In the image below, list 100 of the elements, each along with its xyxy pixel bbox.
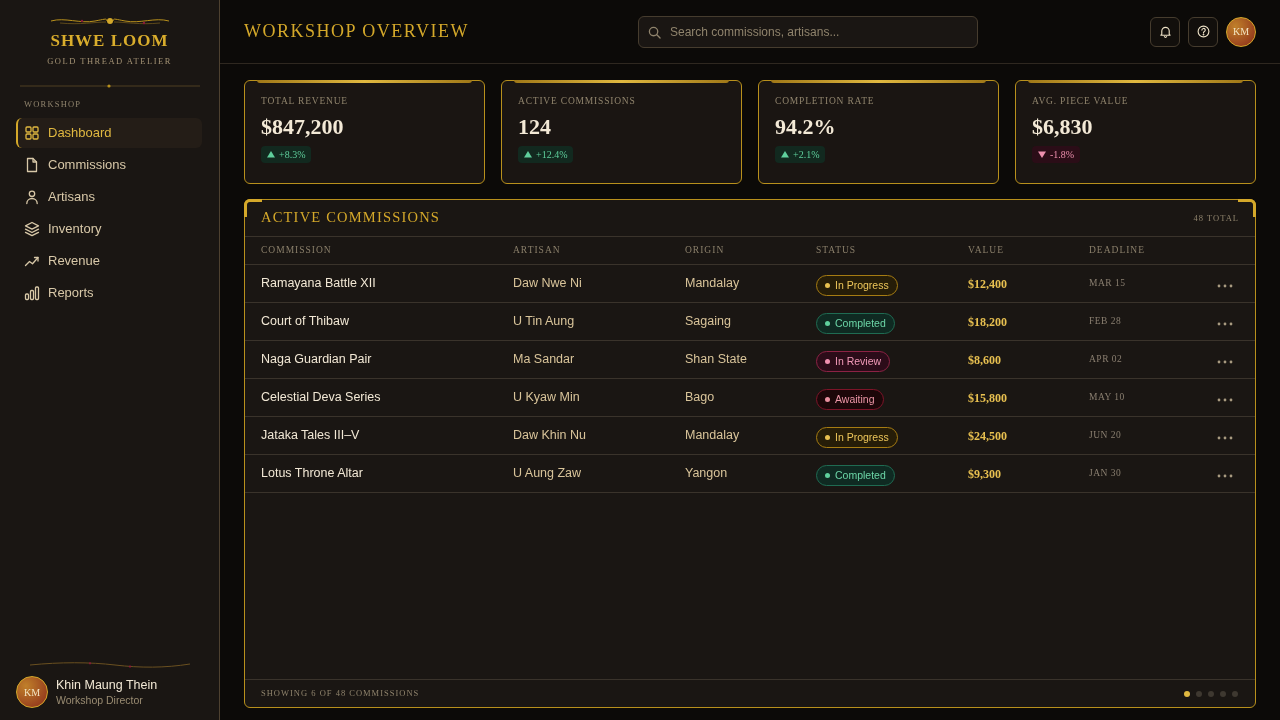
status-dot-icon xyxy=(825,435,830,440)
panel-title: ACTIVE COMMISSIONS xyxy=(261,208,441,228)
deadline-text: MAR 15 xyxy=(1089,277,1126,291)
stat-label: ACTIVE COMMISSIONS xyxy=(518,95,636,108)
status-dot-icon xyxy=(825,321,830,326)
notifications-button[interactable] xyxy=(1150,16,1180,47)
help-button[interactable] xyxy=(1188,16,1218,47)
stat-value: 94.2% xyxy=(775,114,836,140)
bell-icon xyxy=(1158,25,1172,38)
column-header: VALUE xyxy=(968,244,1004,258)
status-dot-icon xyxy=(825,359,830,364)
bar-chart-icon xyxy=(24,285,40,301)
artisan-name: Ma Sandar xyxy=(513,351,575,369)
brand-tagline: GOLD THREAD ATELIER xyxy=(47,55,172,67)
commission-name: Naga Guardian Pair xyxy=(261,351,372,369)
user-role: Workshop Director xyxy=(56,693,143,707)
column-header: ARTISAN xyxy=(513,244,561,258)
column-header: ORIGIN xyxy=(685,244,725,258)
status-text: In Progress xyxy=(835,429,889,445)
origin-text: Mandalay xyxy=(685,275,740,293)
user-name: Khin Maung Thein xyxy=(56,677,158,693)
origin-text: Yangon xyxy=(685,465,728,483)
total-count: 48 TOTAL xyxy=(1193,211,1239,225)
stat-value: 124 xyxy=(518,114,551,140)
value-text: $9,300 xyxy=(968,465,1001,483)
section-label: WORKSHOP xyxy=(24,98,82,110)
more-icon[interactable] xyxy=(1217,359,1233,364)
filigree-icon xyxy=(49,16,170,26)
more-icon[interactable] xyxy=(1217,473,1233,478)
status-text: Completed xyxy=(835,467,886,483)
triangle-up-icon xyxy=(781,151,789,158)
wavy-line-icon xyxy=(30,662,190,670)
user-avatar[interactable]: KM xyxy=(1226,16,1256,47)
person-icon xyxy=(24,189,40,205)
nav-item[interactable]: Commissions xyxy=(16,150,202,180)
nav-item[interactable]: Artisans xyxy=(16,182,202,212)
status-dot-icon xyxy=(825,473,830,478)
commission-name: Ramayana Battle XII xyxy=(261,275,376,293)
commission-name: Celestial Deva Series xyxy=(261,389,381,407)
change-text: +12.4% xyxy=(536,148,568,162)
corner-ornament-icon xyxy=(244,199,262,217)
deadline-text: JUN 20 xyxy=(1089,429,1122,443)
user-avatar[interactable]: KM xyxy=(16,676,48,708)
artisan-name: Daw Khin Nu xyxy=(513,427,586,445)
origin-text: Sagaing xyxy=(685,313,731,331)
document-icon xyxy=(24,157,40,173)
origin-text: Bago xyxy=(685,389,715,407)
origin-text: Mandalay xyxy=(685,427,740,445)
results-summary: SHOWING 6 OF 48 COMMISSIONS xyxy=(261,687,420,700)
nav-item[interactable]: Reports xyxy=(16,278,202,308)
value-text: $15,800 xyxy=(968,389,1007,407)
more-icon[interactable] xyxy=(1217,397,1233,402)
layers-icon xyxy=(24,221,40,237)
origin-text: Shan State xyxy=(685,351,747,369)
column-header: STATUS xyxy=(816,244,857,258)
nav-item[interactable]: Revenue xyxy=(16,246,202,276)
value-text: $24,500 xyxy=(968,427,1007,445)
brand-name: SHWE LOOM xyxy=(50,30,169,52)
deadline-text: FEB 28 xyxy=(1089,315,1122,329)
corner-ornament-icon xyxy=(1238,199,1256,217)
commission-name: Court of Thibaw xyxy=(261,313,349,331)
artisan-name: U Tin Aung xyxy=(513,313,575,331)
change-text: +8.3% xyxy=(279,148,306,162)
deadline-text: MAY 10 xyxy=(1089,391,1125,405)
help-icon xyxy=(1196,25,1210,38)
stat-label: TOTAL REVENUE xyxy=(261,95,348,108)
nav-item[interactable]: Dashboard xyxy=(16,118,202,148)
column-header: DEADLINE xyxy=(1089,244,1145,258)
page-title: WORKSHOP OVERVIEW xyxy=(244,21,469,41)
status-dot-icon xyxy=(825,397,830,402)
triangle-down-icon xyxy=(1038,151,1046,158)
status-text: Completed xyxy=(835,315,886,331)
stat-value: $847,200 xyxy=(261,114,344,140)
value-text: $18,200 xyxy=(968,313,1007,331)
artisan-name: U Aung Zaw xyxy=(513,465,582,483)
search-icon xyxy=(648,25,661,39)
stat-label: COMPLETION RATE xyxy=(775,95,875,108)
stat-label: AVG. PIECE VALUE xyxy=(1032,95,1129,108)
value-text: $8,600 xyxy=(968,351,1001,369)
artisan-name: U Kyaw Min xyxy=(513,389,580,407)
more-icon[interactable] xyxy=(1217,435,1233,440)
change-text: +2.1% xyxy=(793,148,820,162)
status-text: In Review xyxy=(835,353,882,369)
triangle-up-icon xyxy=(524,151,532,158)
status-text: In Progress xyxy=(835,277,889,293)
more-icon[interactable] xyxy=(1217,283,1233,288)
status-dot-icon xyxy=(825,283,830,288)
nav-item[interactable]: Inventory xyxy=(16,214,202,244)
column-header: COMMISSION xyxy=(261,244,332,258)
search-field[interactable]: Search commissions, artisans... xyxy=(638,15,978,48)
commission-name: Jataka Tales III–V xyxy=(261,427,360,445)
more-icon[interactable] xyxy=(1217,321,1233,326)
stat-value: $6,830 xyxy=(1032,114,1093,140)
deadline-text: APR 02 xyxy=(1089,353,1123,367)
status-text: Awaiting xyxy=(835,391,875,407)
grid-icon xyxy=(24,125,40,141)
deadline-text: JAN 30 xyxy=(1089,467,1122,481)
change-text: -1.8% xyxy=(1050,148,1075,162)
artisan-name: Daw Nwe Ni xyxy=(513,275,582,293)
triangle-up-icon xyxy=(267,151,275,158)
